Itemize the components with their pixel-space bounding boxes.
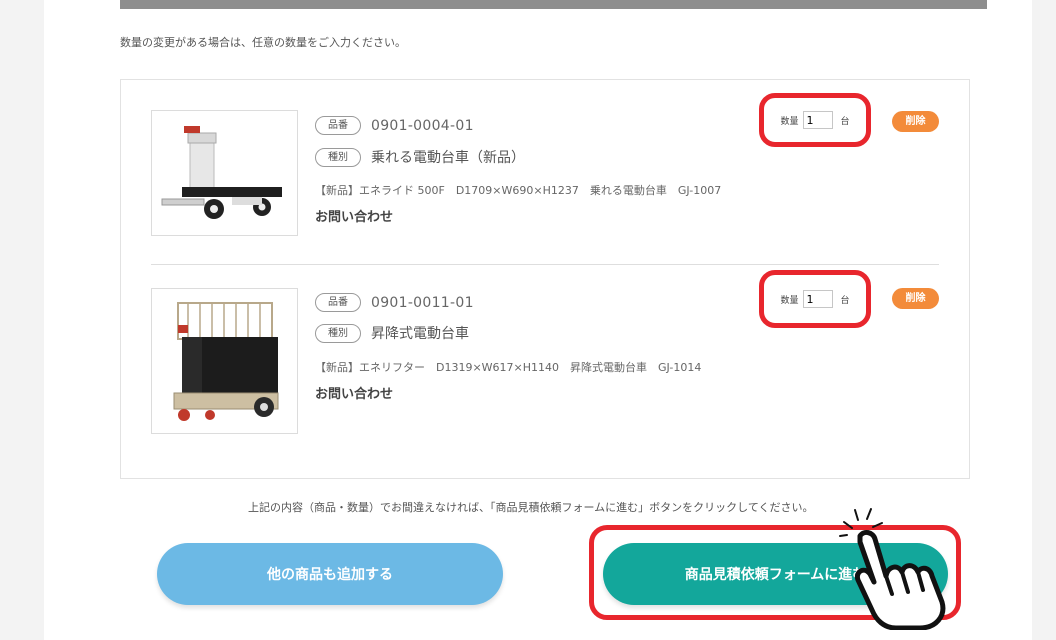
product-image <box>151 288 298 434</box>
item-divider <box>151 264 939 265</box>
delete-button[interactable]: 削除 <box>892 111 939 132</box>
product-type: 乗れる電動台車（新品） <box>371 150 525 166</box>
quantity-unit: 台 <box>840 295 850 306</box>
part-number: 0901-0004-01 <box>371 117 474 134</box>
product-type: 昇降式電動台車 <box>371 326 469 342</box>
type-label: 種別 <box>315 323 361 343</box>
product-description: 【新品】エネライド 500F D1709×W690×H1237 乗れる電動台車 … <box>315 184 722 197</box>
product-image <box>151 110 298 236</box>
product-price: お問い合わせ <box>315 210 394 225</box>
product-description: 【新品】エネリフター D1319×W617×H1140 昇降式電動台車 GJ-1… <box>315 361 702 374</box>
quantity-control: 数量 台 <box>759 270 871 328</box>
quantity-label: 数量 <box>780 116 799 127</box>
electric-cart-illustration <box>161 126 282 219</box>
type-label: 種別 <box>315 147 361 167</box>
part-number: 0901-0011-01 <box>371 294 474 311</box>
product-price: お問い合わせ <box>315 387 394 402</box>
quantity-control: 数量 台 <box>759 93 871 147</box>
quantity-input[interactable] <box>802 290 833 308</box>
quantity-unit: 台 <box>840 116 850 127</box>
part-number-label: 品番 <box>315 116 361 135</box>
confirm-instruction: 上記の内容（商品・数量）でお間違えなければ、「商品見積依頼フォームに進む」ボタン… <box>248 501 814 514</box>
header-bar <box>120 0 987 9</box>
part-number-label: 品番 <box>315 293 361 312</box>
quantity-input[interactable] <box>802 111 833 129</box>
cart-list: 品番 0901-0004-01 種別 乗れる電動台車（新品） 【新品】エネライド… <box>120 79 970 479</box>
lift-cart-illustration <box>173 302 279 421</box>
delete-button[interactable]: 削除 <box>892 288 939 309</box>
quantity-note: 数量の変更がある場合は、任意の数量をご入力ください。 <box>120 36 406 49</box>
pointing-hand-icon <box>839 508 946 630</box>
add-more-products-button[interactable]: 他の商品も追加する <box>157 543 503 605</box>
quantity-label: 数量 <box>780 295 799 306</box>
